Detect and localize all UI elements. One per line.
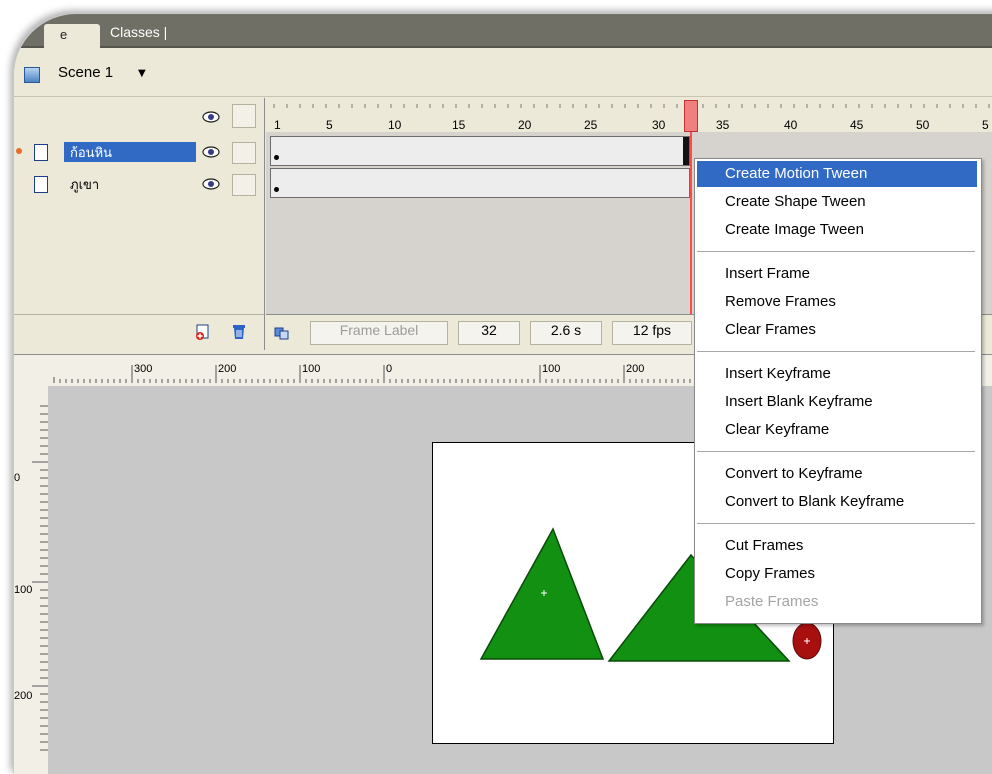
menu-item-convert-to-blank-keyframe[interactable]: Convert to Blank Keyframe <box>697 489 977 515</box>
scene-selector[interactable]: Scene 1 <box>58 64 113 81</box>
playhead[interactable] <box>684 100 698 132</box>
menu-item-paste-frames: Paste Frames <box>725 593 819 610</box>
ruler-label: 100 <box>302 363 321 375</box>
eye-icon[interactable] <box>200 142 222 162</box>
menu-item-convert-to-keyframe[interactable]: Convert to Keyframe <box>697 461 977 487</box>
frame-ruler-ticks <box>273 104 990 108</box>
frame-tick: 40 <box>784 118 798 132</box>
tab-scene[interactable]: e <box>44 24 100 48</box>
keyframe-dot[interactable] <box>274 187 279 192</box>
ruler-label: 200 <box>218 363 237 375</box>
frame-track[interactable] <box>270 168 690 198</box>
vertical-ruler-ticks <box>32 405 48 751</box>
current-frame-field: 32 <box>458 321 520 345</box>
scene-bar: Scene 1 ▼ <box>14 48 992 97</box>
frame-tick: 50 <box>916 118 930 132</box>
ruler-label: 200 <box>626 363 645 375</box>
ruler-label: 0 <box>386 363 393 375</box>
keyframe-end[interactable] <box>683 137 689 165</box>
ruler-label: 100 <box>14 584 33 596</box>
frame-tick: 1 <box>274 118 281 132</box>
menu-separator <box>697 451 975 453</box>
menu-separator <box>697 351 975 353</box>
menu-item-remove-frames[interactable]: Remove Frames <box>697 289 977 315</box>
frame-tick: 5 <box>982 118 989 132</box>
layer-active-dot-icon <box>16 148 22 154</box>
layers-footer <box>14 314 264 351</box>
menu-separator <box>697 523 975 525</box>
eye-icon[interactable] <box>200 174 222 194</box>
scene-icon <box>24 67 40 83</box>
elapsed-time-field: 2.6 s <box>530 321 602 345</box>
menu-item-copy-frames[interactable]: Copy Frames <box>697 561 977 587</box>
panel-tab-bar: e Classes | <box>14 14 992 48</box>
menu-item-insert-frame[interactable]: Insert Frame <box>697 261 977 287</box>
frame-tick: 25 <box>584 118 598 132</box>
layer-name[interactable]: ภูเขา <box>64 174 105 194</box>
ruler-label: 0 <box>14 472 21 484</box>
frame-label-field[interactable]: Frame Label <box>310 321 448 345</box>
frame-tick: 30 <box>652 118 666 132</box>
app-window: e Classes | Scene 1 ▼ ก้อนหิน ภูเขา 1 5 … <box>14 14 992 774</box>
frame-tick: 20 <box>518 118 532 132</box>
context-menu: Create Motion Tween Create Shape Tween C… <box>694 158 982 624</box>
frame-rate-field[interactable]: 12 fps <box>612 321 692 345</box>
layer-row[interactable]: ก้อนหิน <box>14 138 264 166</box>
eye-icon[interactable] <box>200 106 222 128</box>
menu-item-clear-keyframe[interactable]: Clear Keyframe <box>697 417 977 443</box>
playhead-line <box>690 132 692 314</box>
lock-toggle[interactable] <box>232 142 256 164</box>
lock-column-header[interactable] <box>232 104 256 128</box>
frame-tick: 45 <box>850 118 864 132</box>
layer-row[interactable]: ภูเขา <box>14 170 264 198</box>
menu-item-clear-frames[interactable]: Clear Frames <box>697 317 977 343</box>
frame-tick: 10 <box>388 118 402 132</box>
triangle-shape[interactable] <box>479 527 605 660</box>
frame-tick: 35 <box>716 118 730 132</box>
frame-tick: 5 <box>326 118 333 132</box>
menu-item-insert-blank-keyframe[interactable]: Insert Blank Keyframe <box>697 389 977 415</box>
layer-page-icon <box>34 144 48 161</box>
frame-track[interactable] <box>270 136 690 166</box>
chevron-down-icon[interactable]: ▼ <box>138 68 146 79</box>
layer-page-icon <box>34 176 48 193</box>
menu-separator <box>697 251 975 253</box>
menu-item-cut-frames[interactable]: Cut Frames <box>697 533 977 559</box>
tab-classes[interactable]: Classes | <box>110 24 167 46</box>
vertical-ruler: 0 100 200 <box>14 386 49 774</box>
trash-icon[interactable] <box>230 323 248 341</box>
layer-name[interactable]: ก้อนหิน <box>64 142 196 162</box>
ruler-label: 100 <box>542 363 561 375</box>
menu-item-create-image-tween[interactable]: Create Image Tween <box>697 217 977 243</box>
keyframe-dot[interactable] <box>274 155 279 160</box>
menu-item-create-motion-tween[interactable]: Create Motion Tween <box>697 161 977 187</box>
add-layer-icon[interactable] <box>194 323 212 341</box>
layers-panel: ก้อนหิน ภูเขา <box>14 98 265 350</box>
menu-item-create-shape-tween[interactable]: Create Shape Tween <box>697 189 977 215</box>
frame-ruler[interactable]: 1 5 10 15 20 25 30 35 40 45 50 5 <box>266 98 992 132</box>
lock-toggle[interactable] <box>232 174 256 196</box>
center-frame-icon[interactable] <box>274 325 290 341</box>
menu-item-insert-keyframe[interactable]: Insert Keyframe <box>697 361 977 387</box>
ruler-label: 300 <box>134 363 153 375</box>
frame-tick: 15 <box>452 118 466 132</box>
ruler-label: 200 <box>14 690 33 702</box>
